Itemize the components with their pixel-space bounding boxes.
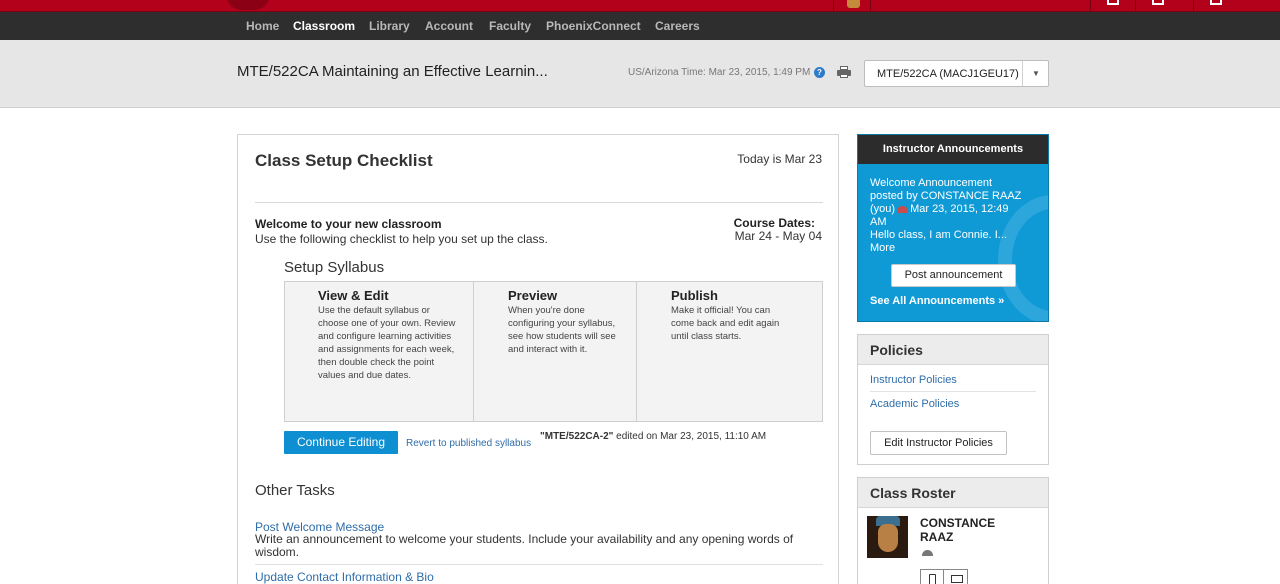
today-date: Today is Mar 23 bbox=[737, 152, 822, 166]
edited-note: "MTE/522CA-2" edited on Mar 23, 2015, 11… bbox=[540, 431, 766, 442]
post-welcome-desc: Write an announcement to welcome your st… bbox=[255, 532, 794, 559]
question-circle-icon[interactable]: ? bbox=[814, 67, 825, 78]
class-setup-panel: Class Setup Checklist Today is Mar 23 We… bbox=[237, 134, 839, 584]
announcement-author: posted by CONSTANCE RAAZ bbox=[870, 190, 1022, 202]
task-divider bbox=[255, 564, 823, 565]
step-title: Preview bbox=[508, 288, 558, 303]
class-roster-heading: Class Roster bbox=[858, 478, 1048, 508]
brand-bar bbox=[0, 0, 1280, 12]
main-nav: Home Classroom Library Account Faculty P… bbox=[0, 12, 1280, 40]
instructor-hat-icon bbox=[922, 550, 933, 556]
nav-faculty[interactable]: Faculty bbox=[489, 12, 531, 40]
update-contact-link[interactable]: Update Contact Information & Bio bbox=[255, 570, 434, 584]
announcement-preview: Welcome Announcement posted by CONSTANCE… bbox=[870, 177, 1040, 255]
announcement-date: (you) Mar 23, 2015, 12:49 bbox=[870, 203, 1009, 215]
menu-icon[interactable] bbox=[1193, 0, 1237, 12]
notification-icon[interactable] bbox=[1090, 0, 1134, 12]
revert-syllabus-link[interactable]: Revert to published syllabus bbox=[406, 438, 531, 449]
nav-library[interactable]: Library bbox=[369, 12, 410, 40]
course-dates-value: Mar 24 - May 04 bbox=[734, 229, 822, 243]
announcements-heading: Instructor Announcements bbox=[858, 135, 1048, 164]
continue-editing-button[interactable]: Continue Editing bbox=[284, 431, 398, 454]
step-description: Make it official! You can come back and … bbox=[671, 305, 780, 342]
step-title: Publish bbox=[671, 288, 718, 303]
syllabus-steps: View & Edit Use the default syllabus or … bbox=[284, 281, 823, 422]
nav-classroom[interactable]: Classroom bbox=[293, 12, 355, 40]
setup-syllabus-heading: Setup Syllabus bbox=[284, 259, 385, 276]
step-view-edit: View & Edit Use the default syllabus or … bbox=[285, 282, 474, 421]
announcement-date-ampm: AM bbox=[870, 216, 887, 228]
policies-box: Policies Instructor Policies Academic Po… bbox=[857, 334, 1049, 465]
divider bbox=[255, 202, 823, 203]
phone-icon[interactable] bbox=[921, 570, 944, 584]
instructor-announcements: Instructor Announcements Welcome Announc… bbox=[857, 134, 1049, 322]
policies-divider bbox=[870, 391, 1036, 392]
roster-contact-actions bbox=[920, 569, 968, 584]
see-all-announcements-link[interactable]: See All Announcements » bbox=[870, 295, 1004, 307]
instructor-avatar[interactable] bbox=[867, 516, 908, 558]
other-tasks-heading: Other Tasks bbox=[255, 482, 335, 499]
edited-course-code: "MTE/522CA-2" bbox=[540, 431, 614, 442]
instructor-hat-icon bbox=[897, 205, 909, 213]
step-publish: Publish Make it official! You can come b… bbox=[637, 282, 822, 421]
welcome-subtext: Use the following checklist to help you … bbox=[255, 232, 548, 246]
course-select[interactable]: MTE/522CA (MACJ1GEU17) ▼ bbox=[864, 60, 1049, 87]
post-announcement-button[interactable]: Post announcement bbox=[891, 264, 1016, 287]
announcement-more-link[interactable]: More bbox=[870, 242, 1040, 255]
user-avatar[interactable] bbox=[833, 0, 871, 12]
nav-home[interactable]: Home bbox=[246, 12, 279, 40]
select-divider bbox=[1022, 61, 1023, 86]
university-logo[interactable] bbox=[226, 0, 270, 10]
course-dates-label: Course Dates: bbox=[733, 216, 815, 230]
edited-timestamp: edited on Mar 23, 2015, 11:10 AM bbox=[613, 431, 767, 442]
step-description: When you're done configuring your syllab… bbox=[508, 305, 616, 355]
panel-title: Class Setup Checklist bbox=[255, 151, 433, 170]
course-header: MTE/522CA Maintaining an Effective Learn… bbox=[0, 40, 1280, 108]
step-description: Use the default syllabus or choose one o… bbox=[318, 305, 456, 381]
announcement-text: Hello class, I am Connie. I... bbox=[870, 229, 1007, 241]
instructor-policies-link[interactable]: Instructor Policies bbox=[870, 374, 957, 386]
printer-icon[interactable] bbox=[837, 66, 851, 78]
welcome-heading: Welcome to your new classroom bbox=[255, 217, 442, 231]
messages-icon[interactable] bbox=[1135, 0, 1179, 12]
nav-account[interactable]: Account bbox=[425, 12, 473, 40]
step-preview: Preview When you're done configuring you… bbox=[474, 282, 637, 421]
course-select-value: MTE/522CA (MACJ1GEU17) bbox=[877, 68, 1019, 80]
class-roster-box: Class Roster CONSTANCE RAAZ bbox=[857, 477, 1049, 584]
policies-heading: Policies bbox=[858, 335, 1048, 365]
nav-phoenixconnect[interactable]: PhoenixConnect bbox=[546, 12, 641, 40]
academic-policies-link[interactable]: Academic Policies bbox=[870, 398, 959, 410]
nav-careers[interactable]: Careers bbox=[655, 12, 700, 40]
chevron-down-icon: ▼ bbox=[1032, 69, 1040, 78]
timezone-readout: US/Arizona Time: Mar 23, 2015, 1:49 PM bbox=[628, 67, 811, 78]
step-title: View & Edit bbox=[318, 288, 389, 303]
course-title: MTE/522CA Maintaining an Effective Learn… bbox=[237, 63, 548, 80]
announcement-title[interactable]: Welcome Announcement bbox=[870, 177, 1040, 190]
edit-instructor-policies-button[interactable]: Edit Instructor Policies bbox=[870, 431, 1007, 455]
roster-name[interactable]: CONSTANCE RAAZ bbox=[920, 516, 995, 544]
